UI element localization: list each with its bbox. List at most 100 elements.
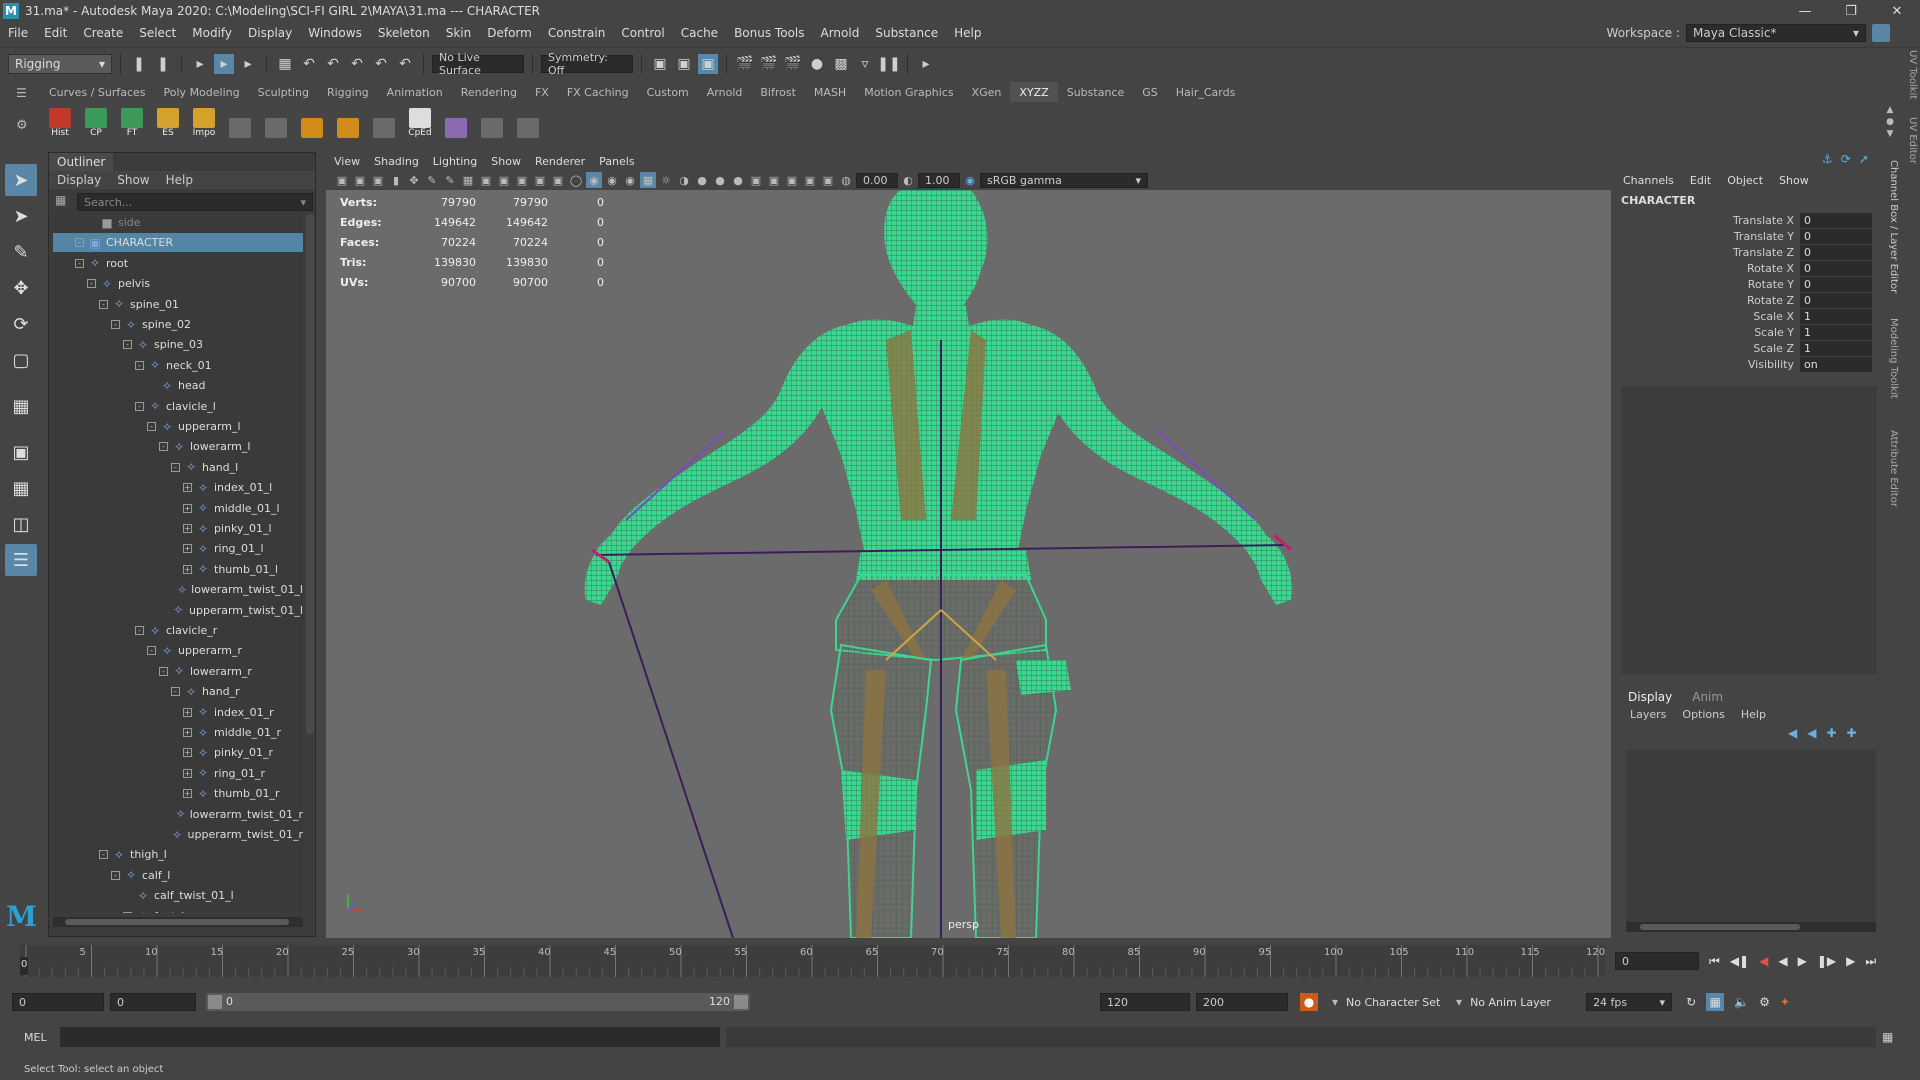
uv-toolkit-tab[interactable]: UV Toolkit [1904,50,1918,99]
arnold-render-icon[interactable]: ● [807,54,827,74]
expand-icon[interactable]: + [183,707,192,717]
collapse-icon[interactable]: - [75,238,84,248]
new-layer-icon[interactable]: ✚ [1826,726,1836,740]
color-management-icon[interactable]: ◉ [962,172,978,188]
workspace-combo[interactable]: Maya Classic* ▾ [1686,24,1866,42]
shelf-tab-rendering[interactable]: Rendering [452,82,526,102]
save-scene-icon[interactable]: ❚ [153,54,173,74]
channel-row[interactable]: Visibility on [1615,356,1880,372]
shelf-tab-sculpting[interactable]: Sculpting [249,82,318,102]
channel-value[interactable]: 0 [1800,228,1872,244]
minimize-button[interactable]: — [1782,0,1828,22]
shelf-button-tool-8[interactable] [332,104,364,138]
exposure-icon[interactable]: ◍ [838,172,854,188]
channel-object-name[interactable]: CHARACTER [1621,194,1695,207]
channel-row[interactable]: Translate Y0 [1615,228,1880,244]
shadows-icon[interactable]: ◑ [676,172,692,188]
expand-icon[interactable]: + [183,748,192,758]
step-forward-key-icon[interactable]: ❚▶ [1817,954,1836,968]
outliner-item[interactable]: - ✧ spine_01 [53,295,303,314]
snap-curve-icon[interactable]: ↶ [299,54,319,74]
ambient-occlusion-icon[interactable]: ● [694,172,710,188]
channel-value[interactable]: 0 [1800,244,1872,260]
shelf-tab-hair-cards[interactable]: Hair_Cards [1167,82,1245,102]
channel-value[interactable]: 0 [1800,260,1872,276]
outliner-hscrollbar[interactable] [53,917,303,927]
expand-icon[interactable]: + [183,728,192,737]
lock-icon[interactable] [1872,24,1890,42]
shelf-button-ft[interactable]: FT [116,104,148,138]
snap-view-icon[interactable]: ↶ [347,54,367,74]
outliner-item[interactable]: + ✧ pinky_01_l [53,519,303,538]
viewport-menu-show[interactable]: Show [491,155,521,168]
menu-set-combo[interactable]: Rigging ▾ [8,53,112,74]
attribute-editor-tab[interactable]: Attribute Editor [1888,430,1899,507]
menu-cache[interactable]: Cache [673,26,726,40]
outliner-item[interactable]: + ✧ middle_01_r [53,723,303,742]
move-layer-down-icon[interactable]: ◀ [1807,726,1816,740]
menu-substance[interactable]: Substance [867,26,946,40]
chevron-down-icon[interactable]: ▾ [1332,995,1338,1009]
snap-together-icon[interactable]: ↶ [395,54,415,74]
shelf-button-es[interactable]: ES [152,104,184,138]
render-icon[interactable]: ▣ [698,53,718,74]
collapse-icon[interactable]: - [147,422,156,431]
play-forward-icon[interactable]: ▶ [1798,954,1807,968]
script-editor-icon[interactable]: ▦ [1882,1030,1893,1044]
collapse-icon[interactable]: - [135,401,144,411]
viewport-menu-shading[interactable]: Shading [374,155,419,168]
outliner-item[interactable]: + ✧ thumb_01_r [53,784,303,803]
outliner-item[interactable]: + ✧ index_01_r [53,703,303,722]
expand-icon[interactable]: + [183,564,192,574]
outliner-search-input[interactable]: Search... ▾ [77,193,313,211]
collapse-icon[interactable]: - [99,299,108,309]
outliner-item[interactable]: - ✧ pelvis [53,274,303,293]
smooth-shade-icon[interactable]: ◉ [586,172,602,188]
shelf-button-tool-5[interactable] [224,104,256,138]
outliner-item[interactable]: - ✧ clavicle_r [53,621,303,640]
wireframe-on-shaded-icon[interactable]: ◉ [622,172,638,188]
channel-value[interactable]: 1 [1800,308,1872,324]
outliner-persp-icon[interactable]: ◫ [5,508,37,540]
shelf-tab-xyzz[interactable]: XYZZ [1010,82,1058,102]
step-back-key-icon[interactable]: ◀❚ [1730,954,1749,968]
gamma-icon[interactable]: ◐ [900,172,916,188]
pause-icon[interactable]: ❚❚ [877,54,900,74]
channel-label[interactable]: Visibility [1615,358,1800,371]
close-button[interactable]: ✕ [1874,0,1920,22]
outliner-item[interactable]: ✧ upperarm_twist_01_r [53,825,303,844]
isolate-select-icon[interactable]: ▣ [766,172,782,188]
channel-label[interactable]: Rotate Y [1615,278,1800,291]
outliner-item[interactable]: - ✧ upperarm_l [53,417,303,436]
outliner-item[interactable]: - ✧ hand_r [53,682,303,701]
outliner-item[interactable]: - ▣ CHARACTER [53,233,303,253]
step-back-frame-icon[interactable]: ◀ [1759,954,1768,968]
arnold-ipr-icon[interactable]: ▩ [831,54,851,74]
outliner-item[interactable]: + ✧ ring_01_l [53,539,303,558]
depth-of-field-icon[interactable]: ▣ [748,172,764,188]
outliner-item[interactable]: - ✧ upperarm_r [53,641,303,660]
show-menu[interactable]: Show [1779,174,1809,187]
outliner-menu-help[interactable]: Help [166,173,193,187]
wireframe-icon[interactable]: ◯ [568,172,584,188]
outliner-layout-icon[interactable]: ☰ [5,544,37,576]
scene-start-field[interactable]: 0 [12,993,104,1011]
auto-key-icon[interactable]: ● [1300,993,1318,1011]
anim-end-field[interactable]: 120 [1100,993,1190,1011]
move-tool-icon[interactable]: ✥ [5,272,37,304]
outliner-item[interactable]: ■ side [53,213,303,232]
outliner-item[interactable]: - ✧ hand_l [53,458,303,477]
viewport-menu-renderer[interactable]: Renderer [535,155,585,168]
outliner-item[interactable]: + ✧ thumb_01_l [53,560,303,579]
ipr-icon[interactable]: 🎬 [735,54,755,74]
collapse-icon[interactable]: - [159,442,168,452]
film-gate-icon[interactable]: ▣ [478,172,494,188]
channel-row[interactable]: Scale Z1 [1615,340,1880,356]
shelf-tab-xgen[interactable]: XGen [963,82,1011,102]
go-to-end-icon[interactable]: ⏭ [1865,954,1876,969]
outliner-item[interactable]: - ✧ spine_03 [53,335,303,354]
channel-box-tab[interactable]: Channel Box / Layer Editor [1888,160,1899,293]
motion-blur-icon[interactable]: ● [712,172,728,188]
menu-windows[interactable]: Windows [300,26,370,40]
tab-anim[interactable]: Anim [1692,690,1723,704]
